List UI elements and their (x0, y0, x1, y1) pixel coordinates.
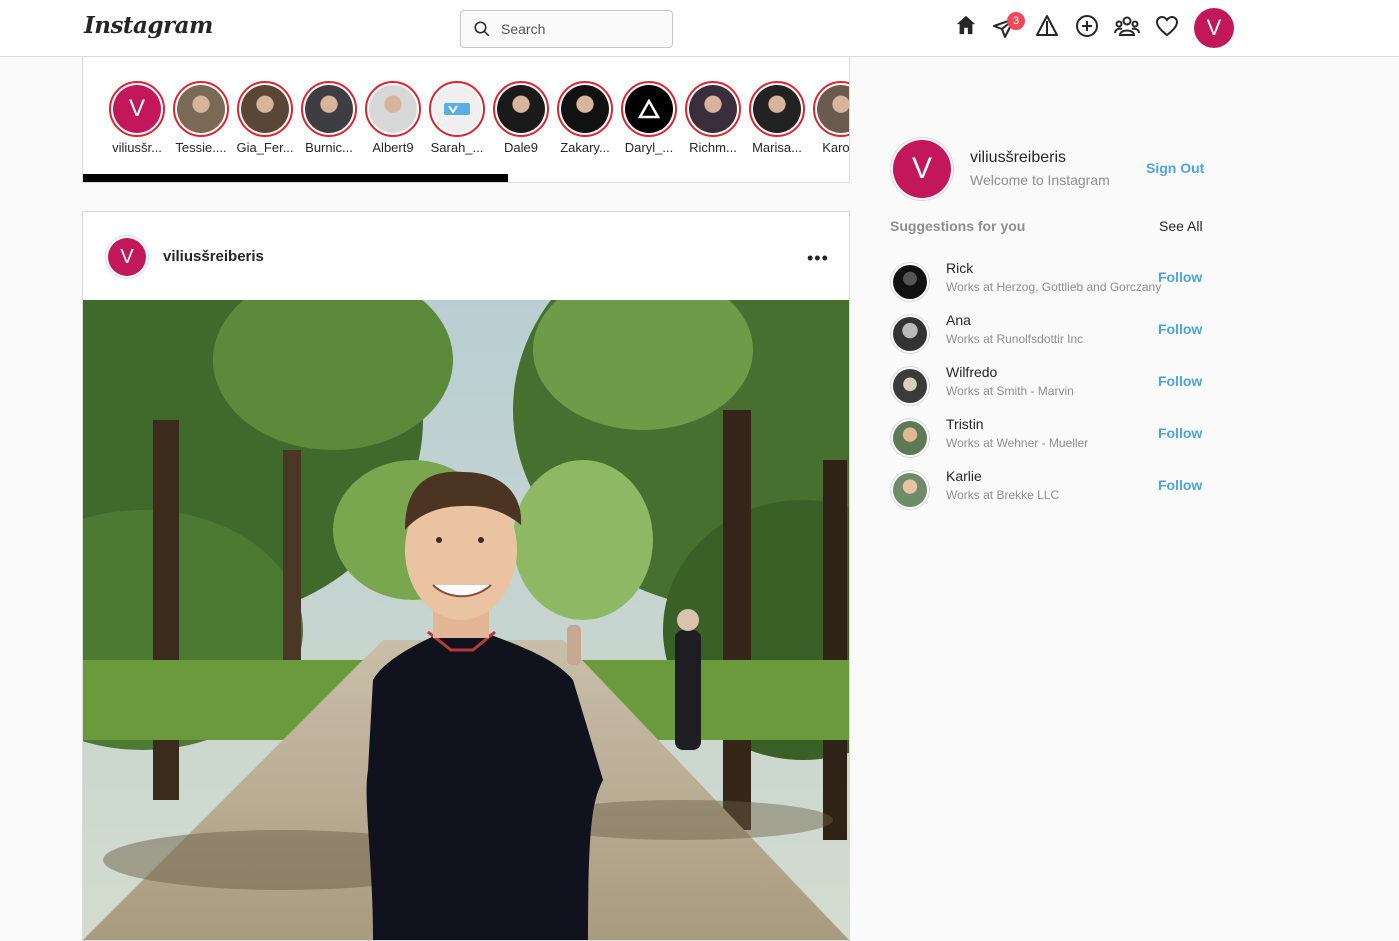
suggestion-item: Ana Works at Runolfsdottir Inc Follow (890, 312, 1210, 356)
current-user-name[interactable]: viliusšreiberis (970, 149, 1066, 167)
home-icon[interactable] (955, 14, 977, 36)
story-avatar[interactable] (237, 81, 293, 137)
feed-post: V viliusšreiberis ••• (82, 211, 850, 941)
suggestion-avatar[interactable] (890, 366, 930, 406)
story-avatar[interactable] (749, 81, 805, 137)
suggestion-item: Rick Works at Herzog, Gottlieb and Gorcza… (890, 260, 1210, 304)
brand-logo-icon (444, 103, 470, 115)
create-post-icon[interactable] (1075, 14, 1099, 38)
more-options-icon[interactable]: ••• (807, 248, 829, 269)
suggestion-avatar[interactable] (890, 470, 930, 510)
story-username: Dale9 (504, 140, 538, 155)
triangle-logo-icon (638, 99, 660, 119)
story-item[interactable]: Marisa... (747, 81, 807, 155)
story-avatar[interactable] (685, 81, 741, 137)
story-item[interactable]: Dale9 (491, 81, 551, 155)
suggestions-heading: Suggestions for you (890, 218, 1026, 234)
story-item[interactable]: Gia_Fer... (235, 81, 295, 155)
story-username: Gia_Fer... (236, 140, 294, 155)
suggestion-name[interactable]: Ana (946, 312, 971, 328)
search-box[interactable] (460, 10, 673, 48)
post-author-avatar[interactable]: V (105, 235, 149, 279)
explore-icon[interactable] (1035, 14, 1059, 38)
current-user-avatar[interactable]: V (890, 137, 954, 201)
sign-out-button[interactable]: Sign Out (1146, 160, 1204, 176)
story-avatar[interactable] (301, 81, 357, 137)
story-username: Marisa... (752, 140, 802, 155)
suggestion-subtitle: Works at Herzog, Gottlieb and Gorczany (946, 280, 1162, 294)
story-item[interactable]: Richm... (683, 81, 743, 155)
search-icon (474, 21, 490, 37)
follow-button[interactable]: Follow (1158, 269, 1202, 285)
story-avatar[interactable] (365, 81, 421, 137)
follow-button[interactable]: Follow (1158, 477, 1202, 493)
suggestion-subtitle: Works at Smith - Marvin (946, 384, 1074, 398)
suggestion-name[interactable]: Karlie (946, 468, 982, 484)
profile-avatar[interactable]: V (1194, 8, 1234, 48)
suggestion-avatar[interactable] (890, 314, 930, 354)
post-photo[interactable] (83, 300, 849, 940)
story-item[interactable]: Albert9 (363, 81, 423, 155)
story-item[interactable]: Zakary... (555, 81, 615, 155)
follow-button[interactable]: Follow (1158, 425, 1202, 441)
suggestion-item: Karlie Works at Brekke LLC Follow (890, 468, 1210, 512)
story-avatar[interactable]: V (109, 81, 165, 137)
suggestion-item: Tristin Works at Wehner - Mueller Follow (890, 416, 1210, 460)
suggestion-subtitle: Works at Wehner - Mueller (946, 436, 1089, 450)
search-input[interactable] (501, 21, 661, 37)
story-item[interactable]: Daryl_... (619, 81, 679, 155)
story-avatar[interactable] (429, 81, 485, 137)
see-all-link[interactable]: See All (1159, 218, 1203, 234)
story-username: Daryl_... (624, 140, 674, 155)
story-item[interactable]: Karola (811, 81, 850, 155)
stories-tray: Vviliusšr... Tessie.... Gia_Fer... Burnic..… (82, 57, 850, 183)
suggestion-subtitle: Works at Brekke LLC (946, 488, 1060, 502)
stories-scrollbar[interactable] (83, 174, 508, 182)
story-item[interactable]: Burnic... (299, 81, 359, 155)
story-avatar[interactable] (173, 81, 229, 137)
post-header: V viliusšreiberis ••• (83, 212, 849, 300)
story-username: Tessie.... (175, 140, 227, 155)
suggestion-name[interactable]: Wilfredo (946, 364, 997, 380)
story-username: viliusšr... (112, 140, 162, 155)
story-item[interactable]: Tessie.... (171, 81, 231, 155)
story-avatar[interactable] (621, 81, 677, 137)
messages-count-badge: 3 (1007, 12, 1025, 30)
story-item[interactable]: Sarah_... (427, 81, 487, 155)
suggestion-name[interactable]: Rick (946, 260, 973, 276)
suggestion-item: Wilfredo Works at Smith - Marvin Follow (890, 364, 1210, 408)
story-username: Richm... (689, 140, 737, 155)
post-author-username[interactable]: viliusšreiberis (163, 248, 264, 265)
story-avatar[interactable] (493, 81, 549, 137)
welcome-text: Welcome to Instagram (970, 172, 1110, 188)
heart-icon[interactable] (1155, 14, 1179, 38)
suggestion-avatar[interactable] (890, 262, 930, 302)
story-avatar[interactable] (813, 81, 849, 137)
instagram-logo[interactable]: Instagram (84, 12, 213, 39)
suggestion-avatar[interactable] (890, 418, 930, 458)
suggestion-name[interactable]: Tristin (946, 416, 984, 432)
suggestion-subtitle: Works at Runolfsdottir Inc (946, 332, 1084, 346)
story-username: Zakary... (560, 140, 610, 155)
story-item[interactable]: Vviliusšr... (107, 81, 167, 155)
follow-button[interactable]: Follow (1158, 321, 1202, 337)
top-navbar: Instagram 3 V (0, 0, 1399, 57)
story-username: Burnic... (305, 140, 353, 155)
follow-button[interactable]: Follow (1158, 373, 1202, 389)
story-username: Albert9 (372, 140, 414, 155)
story-username: Karola (822, 140, 850, 155)
people-icon[interactable] (1114, 14, 1140, 38)
story-username: Sarah_... (430, 140, 484, 155)
story-avatar[interactable] (557, 81, 613, 137)
